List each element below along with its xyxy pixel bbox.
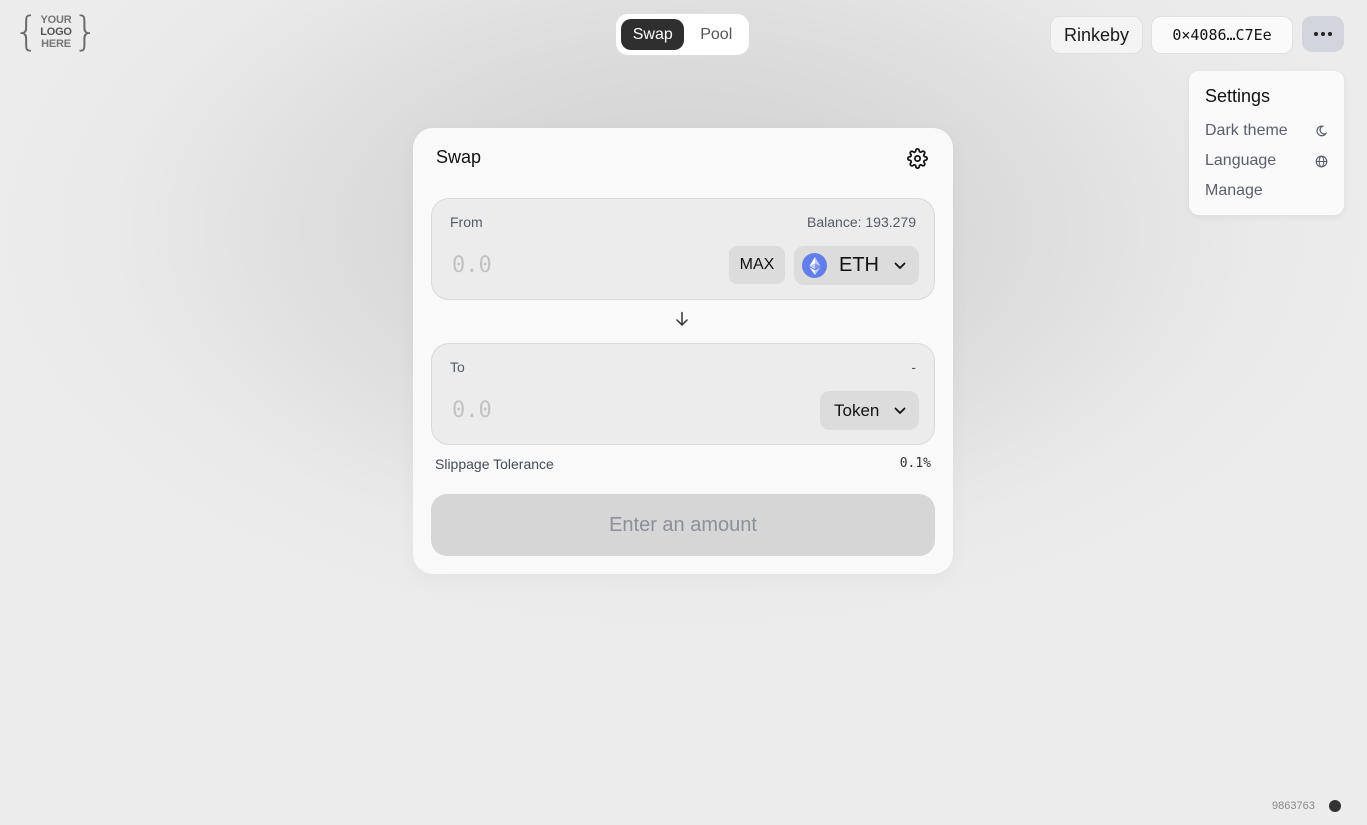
menu-item-label: Language	[1205, 152, 1277, 169]
menu-item-dark-theme[interactable]: Dark theme	[1205, 116, 1328, 146]
globe-icon	[1314, 154, 1328, 168]
more-button[interactable]	[1302, 16, 1344, 52]
logo-brace-right: }	[72, 9, 99, 55]
settings-menu-title: Settings	[1205, 86, 1271, 106]
menu-item-label: Dark theme	[1205, 122, 1288, 139]
logo: { YOUR LOGO HERE }	[14, 9, 99, 55]
from-balance: Balance: 193.279	[807, 214, 916, 230]
menu-item-manage[interactable]: Manage	[1205, 176, 1328, 206]
swap-settings-button[interactable]	[905, 146, 929, 170]
from-amount-input[interactable]	[452, 249, 652, 281]
chevron-down-icon	[893, 259, 907, 278]
slippage-label: Slippage Tolerance	[435, 456, 554, 472]
chevron-down-icon	[893, 404, 907, 423]
menu-item-label: Manage	[1205, 182, 1263, 199]
nav-tabs: Swap Pool	[616, 14, 749, 55]
eth-icon	[802, 253, 827, 278]
from-panel: From Balance: 193.279 MAX ETH	[431, 198, 935, 300]
max-button[interactable]: MAX	[729, 246, 785, 284]
swap-card: Swap From Balance: 193.279 MAX ETH	[413, 128, 953, 574]
from-label: From	[450, 214, 483, 230]
tab-pool[interactable]: Pool	[688, 19, 744, 50]
logo-text: YOUR LOGO HERE	[39, 14, 73, 50]
arrow-down-icon[interactable]	[674, 311, 690, 327]
account-button[interactable]: 0×4086…C7Ee	[1151, 16, 1293, 54]
logo-line-2: LOGO	[40, 26, 72, 38]
tab-swap[interactable]: Swap	[621, 19, 685, 50]
logo-line-1: YOUR	[40, 14, 72, 26]
menu-item-language[interactable]: Language	[1205, 146, 1328, 176]
to-token-select[interactable]: Token	[820, 391, 919, 430]
to-panel: To - Token	[431, 343, 935, 445]
block-number: 9863763	[1272, 800, 1315, 812]
moon-icon	[1314, 124, 1328, 138]
to-amount-input[interactable]	[452, 394, 652, 426]
status-dot-icon	[1329, 800, 1341, 812]
enter-amount-button[interactable]: Enter an amount	[431, 494, 935, 556]
gear-icon	[906, 147, 928, 169]
swap-card-title: Swap	[436, 147, 482, 167]
logo-brace-left: {	[13, 9, 40, 55]
slippage-value: 0.1%	[899, 456, 931, 471]
to-balance: -	[911, 359, 916, 375]
logo-line-3: HERE	[41, 38, 71, 50]
to-token-name: Token	[834, 400, 880, 420]
more-horizontal-icon	[1314, 32, 1332, 36]
network-button[interactable]: Rinkeby	[1050, 16, 1143, 54]
from-token-select[interactable]: ETH	[794, 246, 919, 285]
slippage-row: Slippage Tolerance 0.1%	[435, 456, 931, 472]
to-label: To	[450, 359, 465, 375]
settings-menu: Settings Dark theme Language Manage	[1189, 71, 1344, 215]
from-token-name: ETH	[839, 254, 879, 276]
